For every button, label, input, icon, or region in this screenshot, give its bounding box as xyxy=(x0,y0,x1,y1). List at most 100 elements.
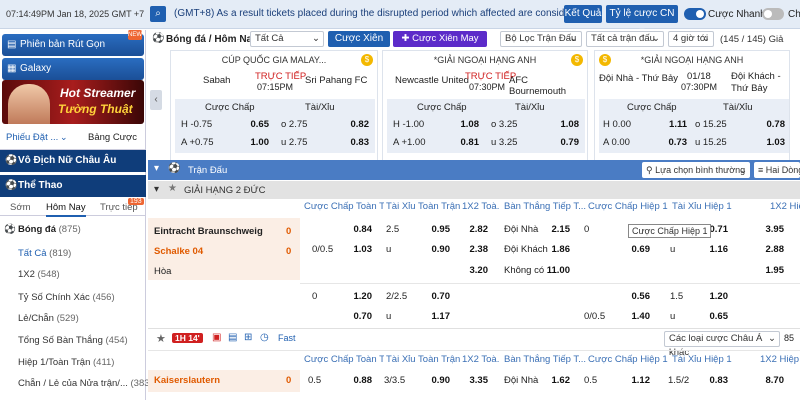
odds-value[interactable]: 0.84 xyxy=(340,224,373,235)
odds-value[interactable]: 0.69 xyxy=(618,244,651,255)
results-button[interactable]: Kết Quả xyxy=(564,5,602,23)
match-time: 07:15PM xyxy=(257,82,294,92)
odds-line: H -0.75 xyxy=(181,119,213,130)
clock-icon[interactable]: ◷ xyxy=(260,332,269,343)
odds-cell[interactable]: H -0.75 0.65 xyxy=(181,119,269,130)
section-sports[interactable]: ⚽ Thể Thao xyxy=(0,175,146,197)
odds-value[interactable]: 8.70 xyxy=(748,375,785,386)
odds-value[interactable]: 11.00 xyxy=(538,265,570,276)
other-markets-select[interactable]: Các loại cược Châu Á khác ⌄ xyxy=(664,331,780,358)
odds-value[interactable]: 1.62 xyxy=(538,375,571,386)
galaxy-button[interactable]: ▦ Galaxy xyxy=(2,58,144,80)
view-mode-select[interactable]: ≡ Hai Dòng xyxy=(754,162,800,178)
odds-value[interactable]: 0.70 xyxy=(418,291,451,302)
market-item-correct-score[interactable]: Tỷ Số Chính Xác (456) xyxy=(0,292,146,303)
next-goal-label: Đội Nhà xyxy=(504,224,539,235)
stats-icon[interactable]: ▣ xyxy=(212,332,221,343)
matches-header: ▾ ⚽ Trận Đấu ⚲ Lựa chọn bình thường ⌄ ≡ H… xyxy=(148,160,800,180)
odds-value[interactable]: 2.88 xyxy=(748,244,785,255)
odds-cell[interactable]: H 0.00 1.11 xyxy=(603,119,687,130)
odds-value[interactable]: 1.20 xyxy=(340,291,373,302)
compact-version-button[interactable]: ▤ Phiên bản Rút Gọn NEW xyxy=(2,30,144,56)
chart-icon[interactable]: ▤ xyxy=(228,332,237,343)
odds-line: u 3.25 xyxy=(491,137,518,148)
odds-cell[interactable]: o 2.75 0.82 xyxy=(281,119,369,130)
all-matches-select[interactable]: Tất cả trận đấu ⌄ xyxy=(586,31,664,47)
odds-value[interactable]: 0.56 xyxy=(618,291,651,302)
hours-select[interactable]: 4 giờ tới ⌄ xyxy=(668,31,714,47)
match-filter-select[interactable]: Bộ Lọc Trận Đấu ⌄ xyxy=(500,31,582,47)
odds-value[interactable]: 2.82 xyxy=(454,224,489,235)
odds-value[interactable]: 2.38 xyxy=(454,244,489,255)
clock: 07:14:49PM Jan 18, 2025 GMT +7 xyxy=(6,9,145,19)
tab-bet-table[interactable]: Bảng Cược xyxy=(88,132,137,143)
search-icon[interactable]: ⌕ xyxy=(150,6,166,22)
chat-toggle[interactable] xyxy=(762,8,784,20)
carousel-prev-button[interactable]: ‹ xyxy=(150,90,162,110)
tab-early[interactable]: Sớm xyxy=(10,202,30,213)
odds-value[interactable]: 0.95 xyxy=(418,224,451,235)
odds-cell[interactable]: u 15.25 1.03 xyxy=(695,137,785,148)
more-count[interactable]: 85 xyxy=(784,333,794,343)
featured-match-card[interactable]: CÚP QUỐC GIA MALAY... $ Sabah TRỰC TIẾP … xyxy=(170,50,378,178)
odds-value[interactable]: 0.90 xyxy=(418,244,451,255)
featured-match-card[interactable]: *GIẢI NGOẠI HẠNG ANH $ Đội Nhà - Thứ Bảy… xyxy=(594,50,790,178)
odds-line: u 2.75 xyxy=(281,137,308,148)
market-select[interactable]: Tất Cả ⌄ xyxy=(250,31,324,47)
market-item-total-goals[interactable]: Tổng Số Bàn Thắng (454) xyxy=(0,335,146,346)
parlay-button[interactable]: Cược Xiên xyxy=(328,31,390,47)
odds-value[interactable]: 0.90 xyxy=(418,375,451,386)
section-womens-euro[interactable]: ⚽ Vô Địch Nữ Châu Âu xyxy=(0,150,146,172)
odds-value[interactable]: 0.88 xyxy=(340,375,373,386)
market-item-1x2[interactable]: 1X2 (548) xyxy=(0,269,146,280)
odds-value[interactable]: 0.83 xyxy=(696,375,729,386)
odds-value[interactable]: 0.70 xyxy=(340,311,373,322)
odds-value[interactable]: 1.86 xyxy=(538,244,571,255)
market-item-half-odd-even[interactable]: Chẵn / Lẻ của Nửa trận/... (383) xyxy=(0,378,153,389)
odds-value[interactable]: 1.20 xyxy=(696,291,729,302)
collapse-icon[interactable]: ▾ xyxy=(154,184,159,195)
odds-value[interactable]: 1.17 xyxy=(418,311,451,322)
odds-value[interactable]: 3.95 xyxy=(748,224,785,235)
odds-cell[interactable]: A +0.75 1.00 xyxy=(181,137,269,148)
odds-cell[interactable]: A +1.00 0.81 xyxy=(393,137,479,148)
odds-box: Cược Chấp Tài/Xỉu H -1.00 1.08 o 3.25 1.08… xyxy=(387,99,585,153)
market-item-count: (454) xyxy=(105,335,128,346)
odds-cell[interactable]: o 15.25 0.78 xyxy=(695,119,785,130)
odds-cell[interactable]: A 0.00 0.73 xyxy=(603,137,687,148)
sort-select[interactable]: ⚲ Lựa chọn bình thường ⌄ xyxy=(642,162,750,178)
star-icon[interactable]: ★ xyxy=(156,332,166,345)
odds-value[interactable]: 0.65 xyxy=(696,311,729,322)
streamer-banner[interactable]: Hot Streamer Tường Thuật xyxy=(2,80,144,124)
odds-type-select[interactable]: Tỷ lệ cược CN ▾ xyxy=(606,5,678,37)
collapse-icon[interactable]: ▾ xyxy=(154,163,159,174)
tab-today[interactable]: Hôm Nay xyxy=(46,202,86,217)
odds-value[interactable]: 1.16 xyxy=(696,244,729,255)
odds-value[interactable]: 3.35 xyxy=(454,375,489,386)
star-icon[interactable]: ★ xyxy=(168,183,177,194)
odds-cell[interactable]: o 3.25 1.08 xyxy=(491,119,579,130)
lucky-parlay-button[interactable]: ✚ Cược Xiên May Mắn xyxy=(393,31,487,60)
market-item-ht-ft[interactable]: Hiệp 1/Toàn Trận (411) xyxy=(0,357,146,368)
odds-value[interactable]: 2.15 xyxy=(538,224,571,235)
odds-value[interactable]: 1.40 xyxy=(618,311,651,322)
league-header[interactable]: ▾ ★ GIẢI HẠNG 2 ĐỨC xyxy=(148,181,800,199)
fast-link[interactable]: Fast xyxy=(278,333,296,343)
sport-item-football[interactable]: ⚽ Bóng đá (875) xyxy=(0,224,146,235)
market-item-odd-even[interactable]: Lẻ/Chẵn (529) xyxy=(0,313,146,324)
odds-line: u xyxy=(670,244,676,255)
odds-cell[interactable]: u 2.75 0.83 xyxy=(281,137,369,148)
field-icon[interactable]: ⊞ xyxy=(244,332,252,343)
tab-bet-slip[interactable]: Phiếu Đặt ... xyxy=(6,132,58,143)
odds-value[interactable]: 3.20 xyxy=(454,265,489,276)
odds-cell[interactable]: u 3.25 0.79 xyxy=(491,137,579,148)
market-item-all[interactable]: Tất Cả (819) xyxy=(0,248,146,259)
featured-match-card[interactable]: *GIẢI NGOẠI HẠNG ANH $ Newcastle United … xyxy=(382,50,588,178)
away-score: 0 xyxy=(286,246,292,257)
quick-bet-toggle[interactable] xyxy=(684,8,706,20)
odds-cell[interactable]: H -1.00 1.08 xyxy=(393,119,479,130)
odds-value[interactable]: 1.12 xyxy=(618,375,651,386)
home-team: Newcastle United xyxy=(395,75,469,86)
odds-value[interactable]: 1.03 xyxy=(340,244,373,255)
odds-value[interactable]: 1.95 xyxy=(748,265,785,276)
